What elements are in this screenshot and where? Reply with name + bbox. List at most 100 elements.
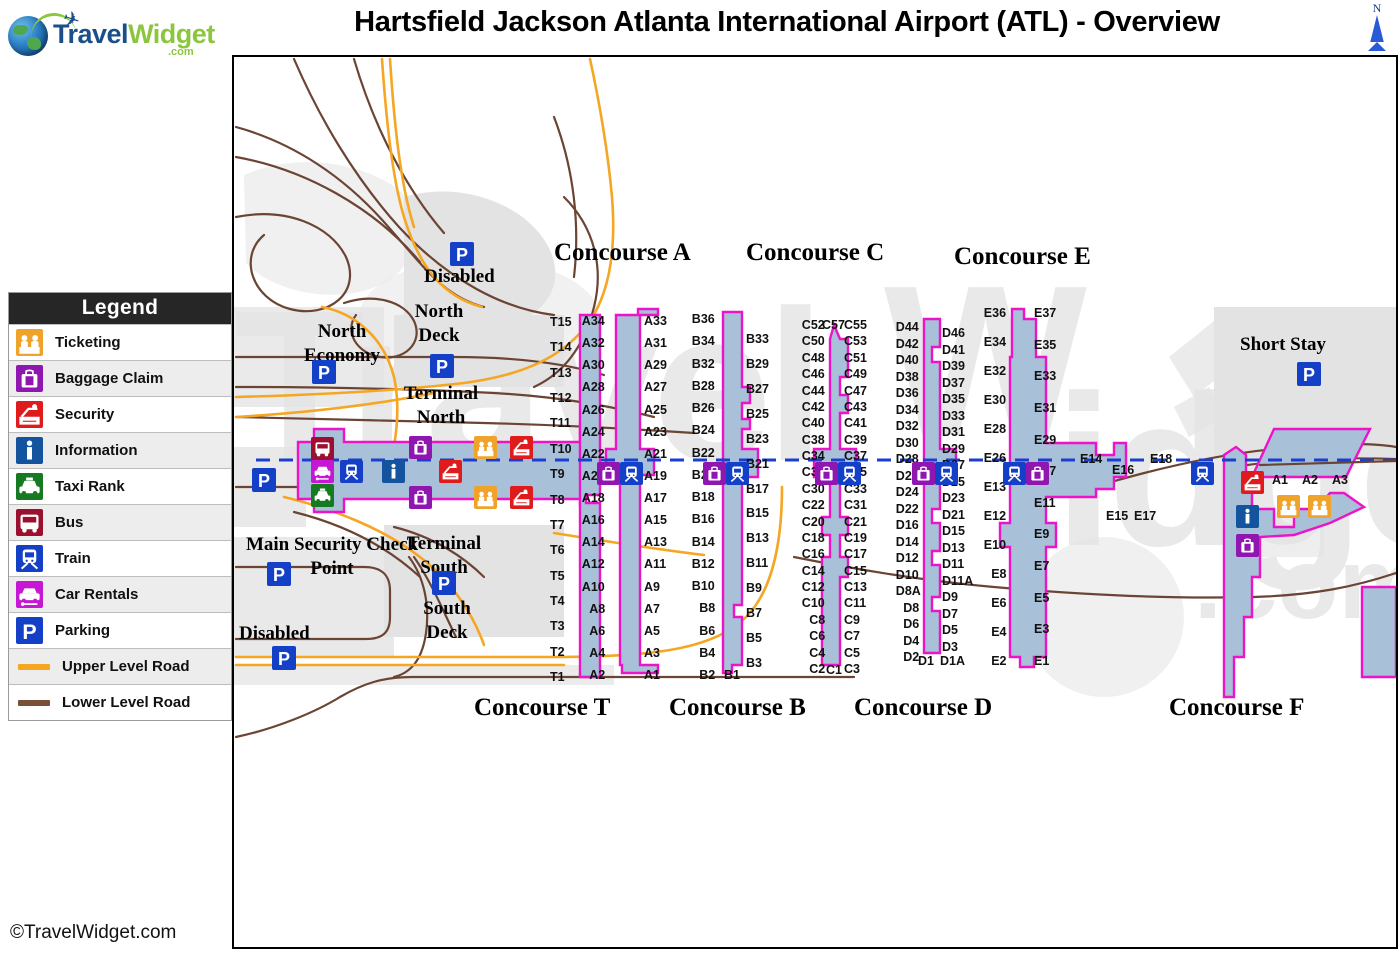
- gate-label-C7[interactable]: C7: [844, 630, 860, 643]
- gate-label-C37[interactable]: C37: [844, 450, 867, 463]
- gate-label-C22[interactable]: C22: [802, 499, 825, 512]
- gate-label-B13[interactable]: B13: [746, 532, 769, 545]
- gate-label-A9[interactable]: A9: [644, 580, 660, 594]
- gate-label-C51[interactable]: C51: [844, 352, 867, 365]
- gate-label-E35[interactable]: E35: [1034, 339, 1056, 352]
- gate-label-T12[interactable]: T12: [550, 392, 572, 405]
- gate-label-D1A[interactable]: D1A: [940, 655, 965, 668]
- gate-label-D37[interactable]: D37: [942, 377, 965, 390]
- gate-label-A15[interactable]: A15: [644, 514, 667, 527]
- gate-label-E2[interactable]: E2: [991, 655, 1006, 668]
- gate-label-D14[interactable]: D14: [896, 535, 919, 549]
- gate-label-E33[interactable]: E33: [1034, 370, 1056, 383]
- gate-label-D35[interactable]: D35: [942, 393, 965, 406]
- gate-label-C16[interactable]: C16: [802, 548, 825, 561]
- gate-label-A2[interactable]: A2: [589, 669, 605, 682]
- gate-label-A18[interactable]: A18: [582, 492, 605, 505]
- gate-label-C40[interactable]: C40: [802, 417, 825, 430]
- gate-label-D5[interactable]: D5: [942, 624, 958, 637]
- gate-label-B7[interactable]: B7: [746, 607, 762, 620]
- gate-label-A13[interactable]: A13: [644, 536, 667, 549]
- gate-label-C5[interactable]: C5: [844, 647, 860, 660]
- gate-label-A19[interactable]: A19: [644, 470, 667, 483]
- gate-label-C4[interactable]: C4: [809, 647, 825, 660]
- gate-label-C19[interactable]: C19: [844, 532, 867, 545]
- gate-label-E15[interactable]: E15: [1106, 510, 1128, 523]
- gate-label-E9[interactable]: E9: [1034, 528, 1049, 541]
- gate-label-C14[interactable]: C14: [802, 565, 825, 578]
- gate-label-D39[interactable]: D39: [942, 360, 965, 373]
- gate-label-A26[interactable]: A26: [582, 403, 605, 417]
- gate-label-E37[interactable]: E37: [1034, 307, 1056, 320]
- gate-label-E3[interactable]: E3: [1034, 623, 1049, 636]
- brand-logo[interactable]: ✈ TravelWidget .com: [8, 7, 223, 58]
- gate-label-D2[interactable]: D2: [903, 651, 919, 664]
- gate-label-C46[interactable]: C46: [802, 368, 825, 381]
- gate-label-C3[interactable]: C3: [844, 663, 860, 676]
- gate-label-A28[interactable]: A28: [582, 381, 605, 394]
- gate-label-C18[interactable]: C18: [802, 532, 825, 545]
- gate-label-T1[interactable]: T1: [550, 671, 565, 684]
- gate-label-D30[interactable]: D30: [896, 436, 919, 450]
- gate-label-D32[interactable]: D32: [896, 420, 919, 433]
- gate-label-C34[interactable]: C34: [802, 450, 825, 463]
- gate-label-C55[interactable]: C55: [844, 319, 867, 332]
- gate-label-B10[interactable]: B10: [692, 580, 715, 593]
- gate-label-B21[interactable]: B21: [746, 458, 769, 471]
- gate-label-B18[interactable]: B18: [692, 491, 715, 504]
- gate-label-E31[interactable]: E31: [1034, 402, 1056, 415]
- gate-label-A8[interactable]: A8: [589, 603, 605, 616]
- gate-label-B16[interactable]: B16: [692, 513, 715, 526]
- gate-label-T2[interactable]: T2: [550, 646, 565, 659]
- gate-label-A22[interactable]: A22: [582, 448, 605, 461]
- gate-label-T13[interactable]: T13: [550, 367, 572, 380]
- gate-label-C21[interactable]: C21: [844, 516, 867, 529]
- gate-label-B28[interactable]: B28: [692, 380, 715, 393]
- gate-label-B22[interactable]: B22: [692, 446, 715, 460]
- gate-label-E30[interactable]: E30: [984, 394, 1006, 407]
- gate-label-C6[interactable]: C6: [809, 630, 825, 643]
- gate-label-B12[interactable]: B12: [692, 558, 715, 571]
- gate-label-D7[interactable]: D7: [942, 608, 958, 621]
- gate-label-D16[interactable]: D16: [896, 519, 919, 532]
- gate-label-D21[interactable]: D21: [942, 509, 965, 522]
- gate-label-B6[interactable]: B6: [699, 624, 715, 638]
- gate-label-A34[interactable]: A34: [582, 315, 605, 328]
- gate-label-D1[interactable]: D1: [918, 655, 934, 668]
- gate-label-D44[interactable]: D44: [896, 321, 919, 334]
- gate-label-E16[interactable]: E16: [1112, 464, 1134, 477]
- gate-label-D40[interactable]: D40: [896, 354, 919, 367]
- gate-label-B36[interactable]: B36: [692, 313, 715, 326]
- gate-label-A16[interactable]: A16: [582, 514, 605, 527]
- gate-label-B26[interactable]: B26: [692, 402, 715, 415]
- gate-label-D4[interactable]: D4: [903, 634, 919, 648]
- gate-label-C10[interactable]: C10: [802, 597, 825, 610]
- gate-label-C38[interactable]: C38: [802, 434, 825, 447]
- gate-label-E5[interactable]: E5: [1034, 592, 1049, 605]
- gate-label-C39[interactable]: C39: [844, 434, 867, 447]
- gate-label-A25[interactable]: A25: [644, 403, 667, 417]
- gate-label-C41[interactable]: C41: [844, 417, 867, 430]
- gate-label-C43[interactable]: C43: [844, 401, 867, 414]
- gate-label-T8[interactable]: T8: [550, 493, 565, 507]
- gate-label-T5[interactable]: T5: [550, 570, 565, 583]
- gate-label-D42[interactable]: D42: [896, 337, 919, 351]
- gate-label-E10[interactable]: E10: [984, 539, 1006, 552]
- gate-label-B3[interactable]: B3: [746, 657, 762, 670]
- gate-label-D41[interactable]: D41: [942, 344, 965, 357]
- gate-label-D23[interactable]: D23: [942, 492, 965, 505]
- gate-label-E28[interactable]: E28: [984, 423, 1006, 436]
- gate-label-D38[interactable]: D38: [896, 370, 919, 384]
- gate-label-C42[interactable]: C42: [802, 401, 825, 414]
- gate-label-E12[interactable]: E12: [984, 510, 1006, 523]
- gate-label-C47[interactable]: C47: [844, 385, 867, 398]
- gate-label-E18[interactable]: E18: [1150, 453, 1172, 466]
- gate-label-B29[interactable]: B29: [746, 358, 769, 371]
- gate-label-D24[interactable]: D24: [896, 486, 919, 499]
- gate-label-E1[interactable]: E1: [1034, 655, 1049, 668]
- gate-label-A33[interactable]: A33: [644, 315, 667, 328]
- gate-label-T7[interactable]: T7: [550, 519, 565, 532]
- gate-label-C8[interactable]: C8: [809, 614, 825, 627]
- gate-label-E17[interactable]: E17: [1134, 510, 1156, 523]
- gate-label-D34[interactable]: D34: [896, 403, 919, 417]
